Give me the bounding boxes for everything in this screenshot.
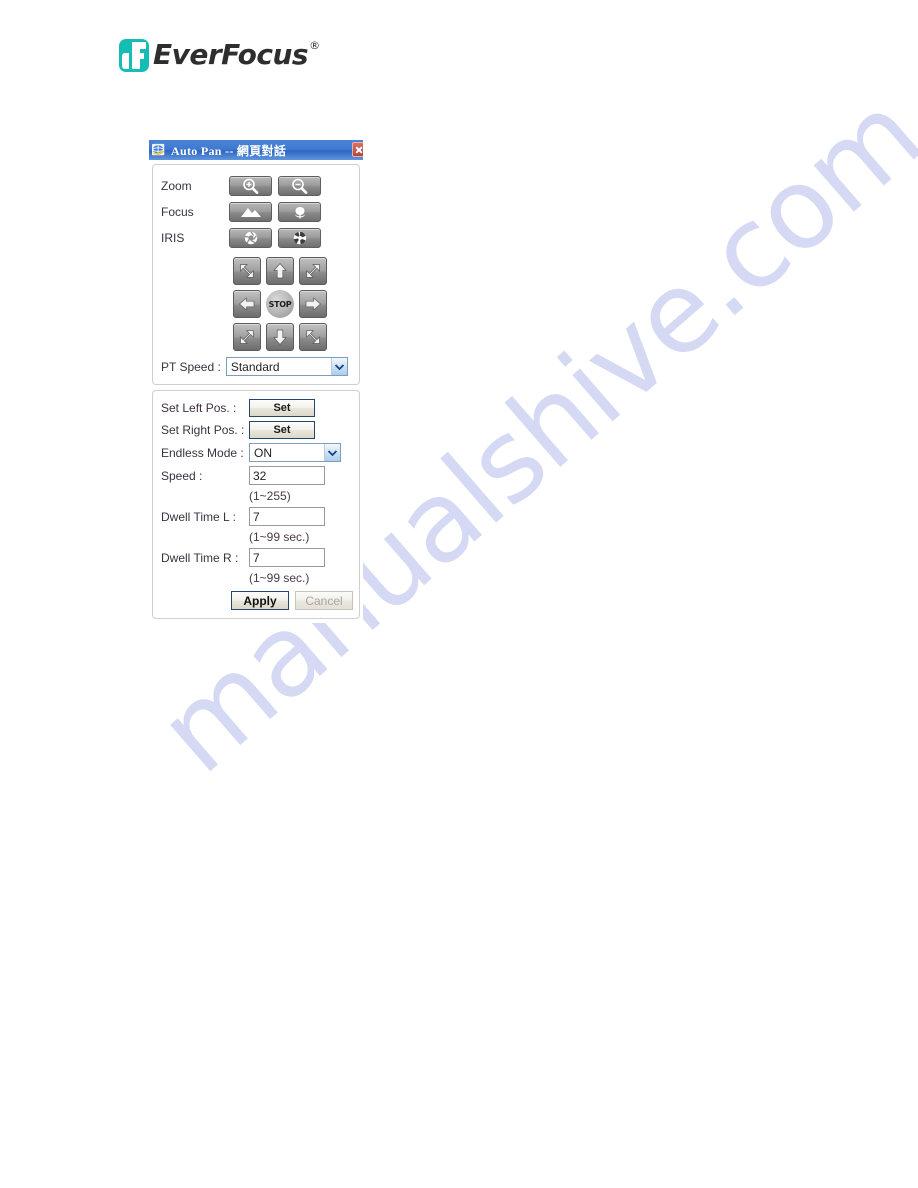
dwell-time-l-label: Dwell Time L : bbox=[161, 509, 236, 524]
pan-down-right-button[interactable] bbox=[299, 323, 327, 351]
dpad-row-bottom bbox=[233, 323, 353, 351]
zoom-row: Zoom bbox=[161, 173, 353, 199]
speed-label: Speed : bbox=[161, 468, 203, 483]
arrow-right-icon bbox=[305, 297, 322, 311]
everfocus-mark-icon bbox=[119, 38, 149, 72]
set-left-pos-label: Set Left Pos. : bbox=[161, 401, 237, 415]
dialog-title: Auto Pan -- 網頁對話 bbox=[171, 143, 287, 158]
brand-logo: EverFocus ® bbox=[119, 38, 320, 72]
set-left-pos-button[interactable]: Set bbox=[249, 399, 315, 417]
chevron-down-icon[interactable] bbox=[324, 444, 340, 461]
arrow-down-icon bbox=[273, 329, 287, 346]
dpad-row-middle: STOP bbox=[233, 290, 353, 318]
pt-speed-value: Standard bbox=[230, 359, 280, 374]
arrow-down-right-icon bbox=[306, 330, 320, 344]
focus-row: Focus bbox=[161, 199, 353, 225]
mountain-icon bbox=[240, 208, 261, 217]
page-watermark: manualshive.com bbox=[0, 0, 918, 1188]
iris-close-icon bbox=[293, 231, 306, 245]
endless-mode-value: ON bbox=[254, 445, 272, 460]
pan-right-button[interactable] bbox=[299, 290, 327, 318]
endless-mode-row: Endless Mode : ON bbox=[161, 443, 353, 462]
pan-up-left-button[interactable] bbox=[233, 257, 261, 285]
pan-up-right-button[interactable] bbox=[299, 257, 327, 285]
arrow-up-right-icon bbox=[306, 264, 320, 278]
set-left-pos-row: Set Left Pos. : Set bbox=[161, 399, 353, 417]
chevron-down-icon[interactable] bbox=[330, 358, 347, 375]
iris-label: IRIS bbox=[161, 231, 185, 245]
auto-pan-settings-panel: Set Left Pos. : Set Set Right Pos. : Set… bbox=[152, 390, 360, 619]
close-icon[interactable] bbox=[352, 142, 363, 157]
tilt-up-button[interactable] bbox=[266, 257, 294, 285]
set-right-pos-button[interactable]: Set bbox=[249, 421, 315, 439]
dialog-action-buttons: Apply Cancel bbox=[231, 591, 353, 610]
focus-far-button[interactable] bbox=[229, 202, 272, 222]
zoom-in-icon bbox=[242, 178, 258, 194]
brand-wordmark: EverFocus bbox=[153, 38, 309, 71]
arrow-up-left-icon bbox=[240, 264, 254, 278]
zoom-label: Zoom bbox=[161, 179, 192, 193]
dpad-row-top bbox=[233, 257, 353, 285]
dwell-time-r-row: Dwell Time R : bbox=[161, 548, 353, 567]
focus-label: Focus bbox=[161, 205, 194, 219]
dwell-time-l-hint: (1~99 sec.) bbox=[249, 530, 310, 544]
stop-button[interactable]: STOP bbox=[266, 290, 294, 318]
registered-trademark-icon: ® bbox=[309, 39, 321, 52]
zoom-in-button[interactable] bbox=[229, 176, 272, 196]
cancel-button: Cancel bbox=[295, 591, 353, 610]
ptz-control-panel: Zoom Focus IRIS STOP PT Speed: Standard bbox=[152, 164, 360, 385]
set-right-pos-row: Set Right Pos. : Set bbox=[161, 421, 353, 439]
zoom-out-button[interactable] bbox=[278, 176, 321, 196]
arrow-down-left-icon bbox=[240, 330, 254, 344]
dwell-time-r-hint: (1~99 sec.) bbox=[249, 571, 310, 585]
pt-speed-select[interactable]: Standard bbox=[225, 357, 348, 376]
zoom-out-icon bbox=[291, 178, 307, 194]
endless-mode-label: Endless Mode : bbox=[161, 445, 244, 460]
stop-label: STOP bbox=[268, 299, 292, 309]
iris-row: IRIS bbox=[161, 225, 353, 251]
pan-down-left-button[interactable] bbox=[233, 323, 261, 351]
auto-pan-dialog: Auto Pan -- 網頁對話 Zoom Focus IRIS STOP PT… bbox=[149, 140, 363, 623]
tilt-down-button[interactable] bbox=[266, 323, 294, 351]
focus-near-button[interactable] bbox=[278, 202, 321, 222]
dwell-time-l-row: Dwell Time L : bbox=[161, 507, 353, 526]
speed-hint: (1~255) bbox=[249, 489, 291, 503]
iris-open-icon bbox=[243, 231, 257, 245]
arrow-left-icon bbox=[238, 297, 255, 311]
arrow-up-icon bbox=[273, 262, 287, 279]
endless-mode-select[interactable]: ON bbox=[249, 443, 341, 462]
dialog-titlebar: Auto Pan -- 網頁對話 bbox=[149, 140, 363, 160]
apply-button[interactable]: Apply bbox=[231, 591, 289, 610]
internet-explorer-icon bbox=[152, 143, 165, 156]
dwell-time-l-input[interactable] bbox=[249, 507, 325, 526]
iris-open-button[interactable] bbox=[229, 228, 272, 248]
dwell-time-r-input[interactable] bbox=[249, 548, 325, 567]
speed-row: Speed : bbox=[161, 466, 353, 485]
iris-close-button[interactable] bbox=[278, 228, 321, 248]
pt-speed-label: PT Speed : bbox=[161, 359, 221, 374]
dialog-body: Zoom Focus IRIS STOP PT Speed: Standard… bbox=[149, 160, 363, 623]
pan-left-button[interactable] bbox=[233, 290, 261, 318]
pt-speed-row: PT Speed : Standard bbox=[161, 357, 353, 376]
speed-input[interactable] bbox=[249, 466, 325, 485]
pan-tilt-dpad: STOP bbox=[233, 257, 353, 351]
dwell-time-r-label: Dwell Time R : bbox=[161, 550, 239, 565]
flower-icon bbox=[294, 206, 305, 218]
set-right-pos-label: Set Right Pos. : bbox=[161, 423, 245, 437]
